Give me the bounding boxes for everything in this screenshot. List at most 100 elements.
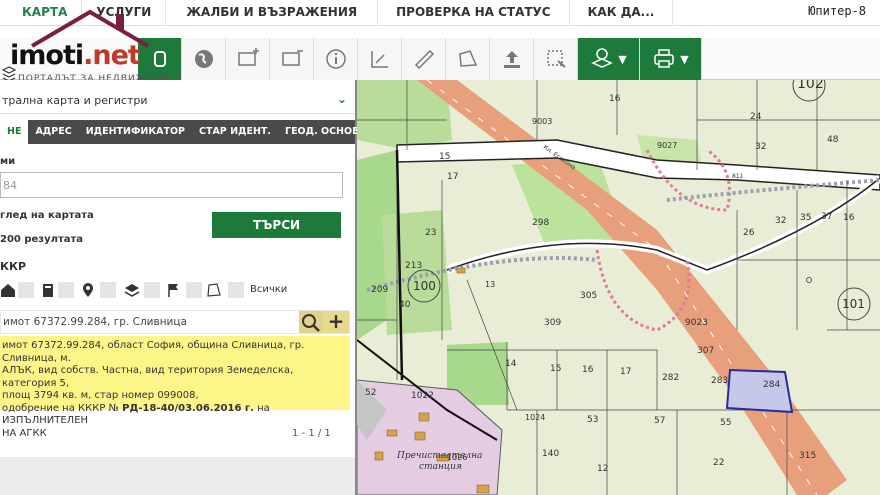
upload-icon (503, 51, 520, 68)
svg-text:9003: 9003 (532, 117, 552, 126)
svg-text:17: 17 (447, 172, 458, 182)
polygon-icon[interactable] (206, 282, 222, 298)
tool-select-area[interactable] (534, 38, 578, 80)
tool-polygon[interactable] (446, 38, 490, 80)
home-icon[interactable] (0, 282, 16, 298)
svg-text:24: 24 (750, 112, 762, 122)
tool-zoom-in-box[interactable] (226, 38, 270, 80)
svg-text:1024: 1024 (525, 413, 545, 422)
search-button[interactable]: ТЪРСИ (212, 212, 341, 238)
svg-text:32: 32 (755, 142, 766, 152)
filter-checkbox-layers[interactable] (144, 282, 160, 298)
svg-text:811: 811 (732, 173, 744, 180)
building-icon[interactable] (40, 282, 56, 298)
tab-name[interactable]: НЕ (0, 120, 29, 144)
svg-text:100: 100 (413, 279, 436, 293)
result-header[interactable]: имот 67372.99.284, гр. Сливница + (0, 310, 350, 334)
location-pin-icon[interactable] (80, 282, 96, 298)
svg-text:9023: 9023 (685, 318, 708, 328)
svg-text:15: 15 (550, 364, 561, 374)
filter-row: Всички (0, 280, 355, 300)
cadastral-map[interactable]: 16 102 24 9003 9027 32 48 15 17 811 298 … (357, 80, 880, 495)
svg-text:40: 40 (399, 300, 411, 310)
svg-text:101: 101 (842, 297, 865, 311)
search-input[interactable]: 84 (0, 172, 343, 198)
tab-address[interactable]: АДРЕС (28, 120, 78, 144)
svg-text:16: 16 (843, 213, 855, 223)
pager: 1 - 1 / 1 (292, 428, 331, 439)
filter-all-label[interactable]: Всички (250, 284, 287, 295)
kkkr-section-title: ККР (0, 260, 27, 273)
svg-text:9027: 9027 (657, 141, 677, 150)
tool-layers-menu[interactable]: ▼ (578, 38, 640, 80)
watermark-brand: Юпитер-8 (808, 4, 866, 18)
svg-text:284: 284 (763, 380, 780, 390)
map-marker (806, 277, 812, 283)
svg-text:55: 55 (720, 418, 731, 428)
nav-item-how-to[interactable]: КАК ДА... (570, 0, 674, 26)
results-limit-label: 200 резултата (0, 234, 84, 245)
filter-checkbox-polygon[interactable] (228, 282, 244, 298)
svg-text:16: 16 (582, 365, 594, 375)
tool-zoom-out-box[interactable] (270, 38, 314, 80)
print-icon (654, 49, 675, 68)
result-line: одобрение на КККР № РД-18-40/03.06.2016 … (2, 402, 270, 427)
chevron-down-icon: ▼ (618, 52, 627, 66)
svg-text:315: 315 (799, 451, 816, 461)
svg-text:48: 48 (827, 135, 839, 145)
result-line: АЛЪК, вид собств. Частна, вид територия … (2, 365, 294, 389)
tool-print-menu[interactable]: ▼ (640, 38, 702, 80)
chevron-down-icon: ▼ (680, 52, 689, 66)
svg-text:35: 35 (800, 213, 811, 223)
svg-text:140: 140 (542, 449, 559, 459)
svg-text:213: 213 (405, 261, 422, 271)
tab-identifier[interactable]: ИДЕНТИФИКАТОР (79, 120, 192, 144)
logo-text: imoti.net (10, 40, 141, 71)
flag-icon[interactable] (166, 282, 182, 298)
zoom-to-result-button[interactable] (299, 311, 323, 333)
layers-info-icon (591, 48, 614, 68)
station-label: Пречиствателна (396, 451, 482, 461)
zoom-box-plus-icon (237, 48, 259, 66)
map-canvas[interactable]: 16 102 24 9003 9027 32 48 15 17 811 298 … (357, 80, 880, 495)
svg-text:53: 53 (587, 415, 598, 425)
tool-measure-distance[interactable] (402, 38, 446, 80)
result-details: имот 67372.99.284, област София, община … (0, 336, 350, 439)
nav-item-status-check[interactable]: ПРОВЕРКА НА СТАТУС (378, 0, 570, 26)
filter-checkbox-pin[interactable] (100, 282, 116, 298)
result-title: имот 67372.99.284, гр. Сливница (3, 316, 187, 328)
result-line: имот 67372.99.284, област София, община … (2, 340, 305, 364)
filter-checkbox-flag[interactable] (186, 282, 202, 298)
tool-upload[interactable] (490, 38, 534, 80)
dashed-select-icon (546, 50, 566, 68)
ruler-icon (414, 49, 434, 70)
info-icon (325, 49, 346, 69)
ruler-square-icon (370, 51, 388, 68)
result-line: площ 3794 кв. м, стар номер 099008, (2, 390, 199, 401)
filter-checkbox-home[interactable] (18, 282, 34, 298)
nav-item-complaints[interactable]: ЖАЛБИ И ВЪЗРАЖЕНИЯ (166, 0, 379, 26)
svg-text:305: 305 (580, 291, 597, 301)
svg-text:15: 15 (439, 152, 450, 162)
plus-icon: + (327, 309, 345, 333)
secondary-road (445, 174, 880, 275)
svg-text:209: 209 (371, 285, 388, 295)
map-view-checkbox-label[interactable]: глед на картата (0, 210, 94, 221)
add-result-button[interactable]: + (323, 311, 349, 333)
selected-parcel[interactable] (725, 368, 794, 414)
layers-icon[interactable] (124, 282, 140, 298)
svg-text:22: 22 (713, 458, 724, 468)
search-tabs: НЕ АДРЕС ИДЕНТИФИКАТОР СТАР ИДЕНТ. ГЕОД.… (0, 120, 367, 144)
tool-globe[interactable] (182, 38, 226, 80)
svg-text:102: 102 (797, 80, 824, 92)
tool-info[interactable] (314, 38, 358, 80)
svg-text:17: 17 (620, 367, 631, 377)
map-register-select[interactable]: трална карта и регистри ⌄ (0, 86, 355, 114)
green-area (382, 210, 452, 335)
imoti-logo: imoti.net ПОРТАЛЪТ ЗА НЕДВИЖИМИ И (0, 8, 181, 84)
tool-measure-area[interactable] (358, 38, 402, 80)
svg-text:14: 14 (505, 359, 517, 369)
tab-old-identifier[interactable]: СТАР ИДЕНТ. (192, 120, 278, 144)
filter-checkbox-building[interactable] (58, 282, 74, 298)
svg-text:13: 13 (485, 280, 495, 289)
